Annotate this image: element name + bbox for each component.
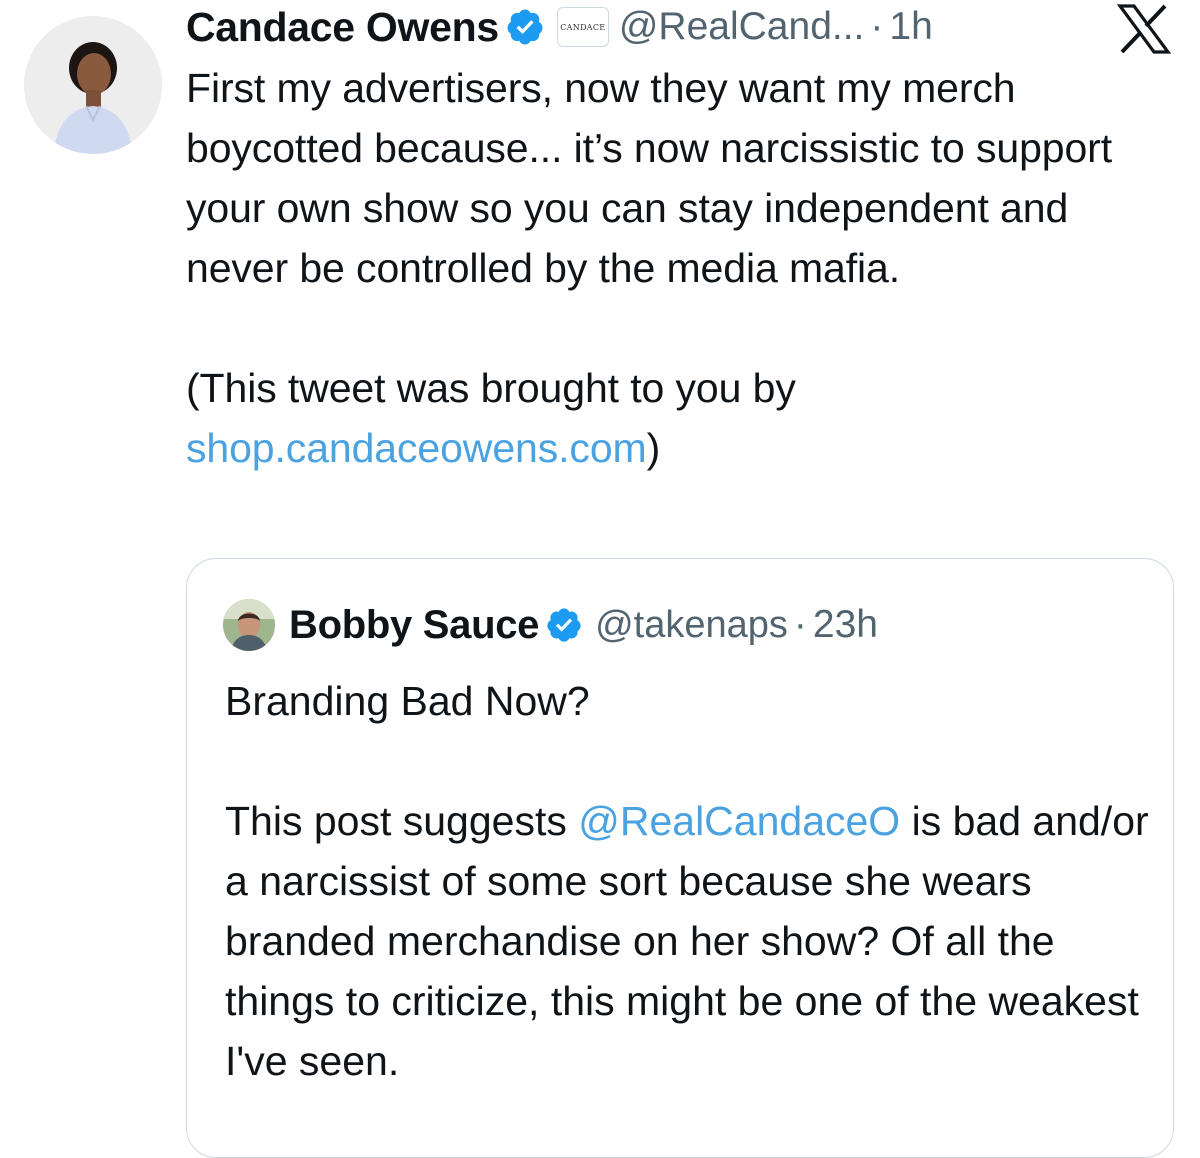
quoted-tweet-paragraph: Branding Bad Now? [225, 678, 590, 724]
quoted-tweet-text: Branding Bad Now? This post suggests @Re… [225, 671, 1155, 1091]
quoted-tweet-header: Bobby Sauce @takenaps · 23h [223, 599, 878, 651]
quoted-text-prefix: This post suggests [225, 798, 579, 844]
tweet-timestamp[interactable]: 1h [889, 5, 932, 49]
tweet-text-prefix: (This tweet was brought to you by [186, 365, 796, 411]
x-logo-icon[interactable] [1116, 4, 1172, 54]
shop-link[interactable]: shop.candaceowens.com [186, 425, 647, 471]
quoted-author-avatar[interactable] [223, 599, 275, 651]
avatar-image [24, 16, 162, 154]
quoted-avatar-image [223, 599, 275, 651]
verified-badge-icon [507, 9, 543, 45]
quoted-tweet-timestamp[interactable]: 23h [813, 603, 878, 647]
tweet-paragraph: (This tweet was brought to you by shop.ca… [186, 358, 1176, 478]
quoted-author-handle[interactable]: @takenaps [595, 604, 788, 647]
header-separator: · [870, 5, 884, 48]
affiliate-badge[interactable]: CANDACE [556, 7, 609, 47]
tweet-text: First my advertisers, now they want my m… [186, 58, 1176, 478]
verified-badge-icon [547, 608, 581, 642]
quoted-tweet[interactable]: Bobby Sauce @takenaps · 23h Branding Bad… [186, 558, 1174, 1158]
author-avatar[interactable] [24, 16, 162, 154]
quoted-author-name[interactable]: Bobby Sauce [289, 603, 539, 648]
author-handle[interactable]: @RealCand... [619, 5, 865, 49]
tweet-header: Candace Owens CANDACE @RealCand... · 1h [186, 2, 933, 52]
quoted-header-separator: · [793, 603, 807, 646]
tweet-paragraph: First my advertisers, now they want my m… [186, 65, 1113, 291]
mention-link[interactable]: @RealCandaceO [578, 798, 900, 844]
quoted-tweet-paragraph: This post suggests @RealCandaceO is bad … [225, 791, 1155, 1091]
tweet-text-suffix: ) [646, 425, 661, 471]
author-name[interactable]: Candace Owens [186, 4, 499, 51]
